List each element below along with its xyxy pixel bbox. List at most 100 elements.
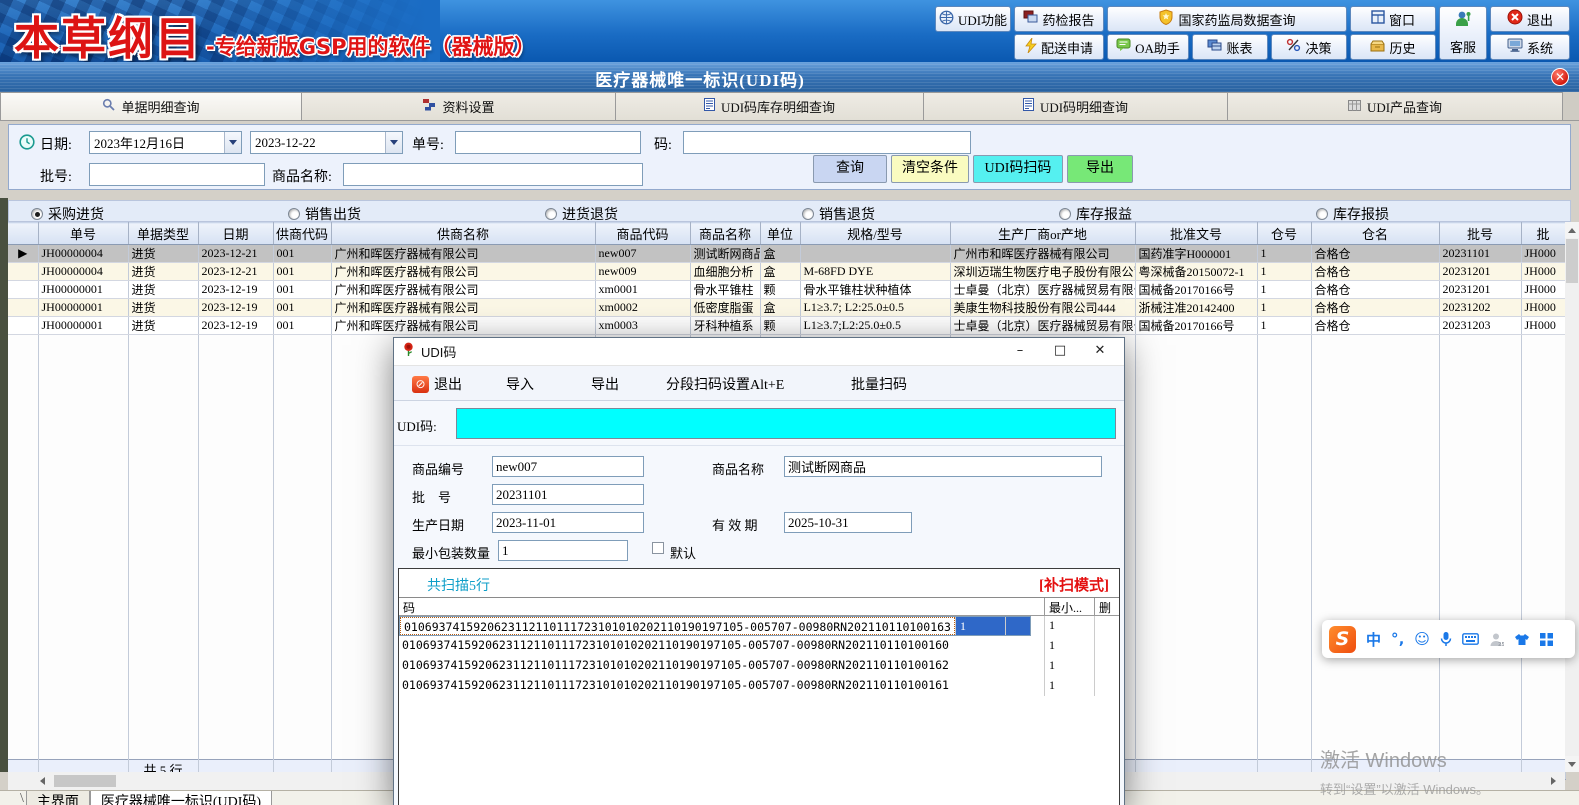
table-row[interactable]: JH00000001进货2023-12-19001广州和晖医疗器械有限公司xm0… [8, 299, 1565, 317]
column-header[interactable]: 批准文号 [1135, 223, 1257, 245]
column-header[interactable]: 供商代码 [273, 223, 331, 245]
scroll-up-button[interactable] [1565, 222, 1579, 238]
table-row[interactable]: ▶JH00000004进货2023-12-21001广州和晖医疗器械有限公司ne… [8, 245, 1565, 263]
column-header[interactable]: 批号 [1439, 223, 1521, 245]
delivery-request-button[interactable]: 配送申请 [1014, 34, 1104, 60]
delete-cell[interactable] [1094, 636, 1119, 656]
expiry-input[interactable] [784, 512, 912, 533]
oa-assistant-button[interactable]: OA助手 [1107, 34, 1189, 60]
product-name-input[interactable] [784, 456, 1102, 477]
radio-doc-type-1[interactable]: 采购进货 [31, 204, 104, 224]
chinese-mode-icon[interactable]: 中 [1366, 629, 1381, 650]
column-header[interactable]: 日期 [198, 223, 273, 245]
delete-cell[interactable] [1094, 616, 1119, 636]
batch-input[interactable] [89, 163, 265, 186]
tab-4[interactable]: UDI码明细查询 [924, 92, 1228, 121]
default-checkbox[interactable] [652, 542, 664, 554]
close-button[interactable]: ✕ [1080, 338, 1120, 366]
tab-5[interactable]: UDI产品查询 [1228, 92, 1563, 121]
sku-input[interactable] [492, 456, 644, 477]
clear-filters-button[interactable]: 清空条件 [891, 155, 969, 183]
table-row[interactable]: JH00000001进货2023-12-19001广州和晖医疗器械有限公司xm0… [8, 281, 1565, 299]
system-button[interactable]: 系统 [1490, 34, 1570, 60]
scan-row[interactable]: 0106937415920623112110111723101010202110… [399, 636, 1119, 656]
nmpa-query-button[interactable]: 国家药监局数据查询 [1107, 6, 1347, 32]
column-header[interactable]: 单号 [38, 223, 128, 245]
sheet-tab-1[interactable]: 主界面 [26, 791, 90, 805]
radio-doc-type-2[interactable]: 销售出货 [288, 204, 361, 224]
punctuation-icon[interactable]: °‚ [1391, 630, 1404, 648]
radio-doc-type-6[interactable]: 库存报损 [1316, 204, 1389, 224]
ime-toolbar[interactable]: S 中 °‚ ☺ 25 [1322, 620, 1575, 658]
dialog-menu-2[interactable]: 导入 [506, 374, 534, 394]
udi-scan-button[interactable]: UDI码扫码 [973, 155, 1063, 183]
window-button[interactable]: 窗口 [1350, 6, 1436, 32]
emoji-icon[interactable]: ☺ [1414, 630, 1430, 648]
date-to-select[interactable]: 2023-12-22 [250, 131, 403, 154]
maximize-button[interactable]: □ [1040, 338, 1080, 366]
history-button[interactable]: 历史 [1350, 34, 1436, 60]
microphone-icon[interactable] [1440, 631, 1452, 647]
page-close-button[interactable]: ✕ [1551, 68, 1569, 86]
column-header[interactable]: 规格/型号 [800, 223, 950, 245]
scan-row[interactable]: 0106937415920623112110111723101010202110… [399, 676, 1119, 696]
query-button[interactable]: 查询 [813, 155, 887, 183]
dialog-menu-3[interactable]: 导出 [591, 374, 619, 394]
dialog-menu-5[interactable]: 批量扫码 [851, 374, 907, 394]
date-from-select[interactable]: 2023年12月16日 [89, 131, 242, 154]
column-header[interactable]: 生产厂商or产地 [950, 223, 1135, 245]
scroll-right-button[interactable] [1545, 772, 1561, 790]
delete-cell[interactable] [1005, 617, 1030, 635]
sheet-tab-2[interactable]: 医疗器械唯一标识(UDI码) [90, 791, 272, 805]
cell [8, 386, 38, 403]
export-button[interactable]: 导出 [1067, 155, 1133, 183]
column-header[interactable]: 单据类型 [128, 223, 198, 245]
scroll-left-button[interactable] [34, 772, 50, 790]
column-header[interactable]: 商品名称 [690, 223, 760, 245]
scan-row[interactable]: 0106937415920623112110111723101010202110… [399, 656, 1119, 676]
vertical-scroll-thumb[interactable] [1566, 239, 1578, 283]
udi-function-button[interactable]: UDI功能 [935, 6, 1011, 32]
table-row[interactable]: JH00000004进货2023-12-21001广州和晖医疗器械有限公司new… [8, 263, 1565, 281]
column-header[interactable]: 批 [1521, 223, 1565, 245]
code-input[interactable] [683, 131, 971, 154]
min-pack-input[interactable] [498, 540, 628, 561]
delete-cell[interactable] [1094, 676, 1119, 696]
column-header[interactable]: 仓名 [1311, 223, 1439, 245]
product-name-input[interactable] [343, 163, 643, 186]
toolbox-grid-icon[interactable] [1540, 633, 1553, 646]
account-reports-button[interactable]: 账表 [1192, 34, 1268, 60]
tab-1[interactable]: 单据明细查询 [0, 92, 302, 121]
minimize-button[interactable]: – [1000, 338, 1040, 366]
keyboard-icon[interactable] [1462, 633, 1479, 645]
radio-doc-type-5[interactable]: 库存报益 [1059, 204, 1132, 224]
column-header[interactable]: 供商名称 [331, 223, 595, 245]
scan-row[interactable]: 0106937415920623112110111723101010202110… [399, 616, 1031, 636]
tab-3[interactable]: UDI码库存明细查询 [616, 92, 924, 121]
column-header[interactable]: 单位 [760, 223, 800, 245]
batch-input[interactable] [492, 484, 644, 505]
udi-code-input[interactable] [456, 408, 1116, 439]
column-header[interactable]: 商品代码 [595, 223, 690, 245]
exit-button[interactable]: 退出 [1490, 6, 1570, 32]
tab-2[interactable]: 资料设置 [302, 92, 616, 121]
dialog-menu-1[interactable]: ⊘退出 [412, 374, 462, 394]
login-user-icon[interactable]: 25 [1489, 632, 1504, 647]
column-header[interactable]: 仓号 [1257, 223, 1311, 245]
drug-report-button[interactable]: 药检报告 [1014, 6, 1104, 32]
sogou-logo-icon[interactable]: S [1329, 626, 1356, 653]
radio-doc-type-3[interactable]: 进货退货 [545, 204, 618, 224]
production-date-input[interactable] [492, 512, 644, 533]
decision-button[interactable]: 决策 [1271, 34, 1347, 60]
skin-icon[interactable] [1514, 633, 1530, 646]
delete-cell[interactable] [1094, 656, 1119, 676]
table-row[interactable]: JH00000001进货2023-12-19001广州和晖医疗器械有限公司xm0… [8, 317, 1565, 335]
customer-service-button[interactable]: 客服 [1439, 6, 1487, 60]
vertical-scrollbar[interactable] [1565, 222, 1579, 772]
radio-doc-type-4[interactable]: 销售退货 [802, 204, 875, 224]
horizontal-scroll-thumb[interactable] [54, 775, 116, 787]
scroll-down-button[interactable] [1565, 756, 1579, 772]
dialog-menu-4[interactable]: 分段扫码设置Alt+E [666, 374, 784, 394]
order-no-input[interactable] [455, 131, 641, 154]
udi-dialog-titlebar[interactable]: UDI码 – □ ✕ [394, 338, 1124, 366]
